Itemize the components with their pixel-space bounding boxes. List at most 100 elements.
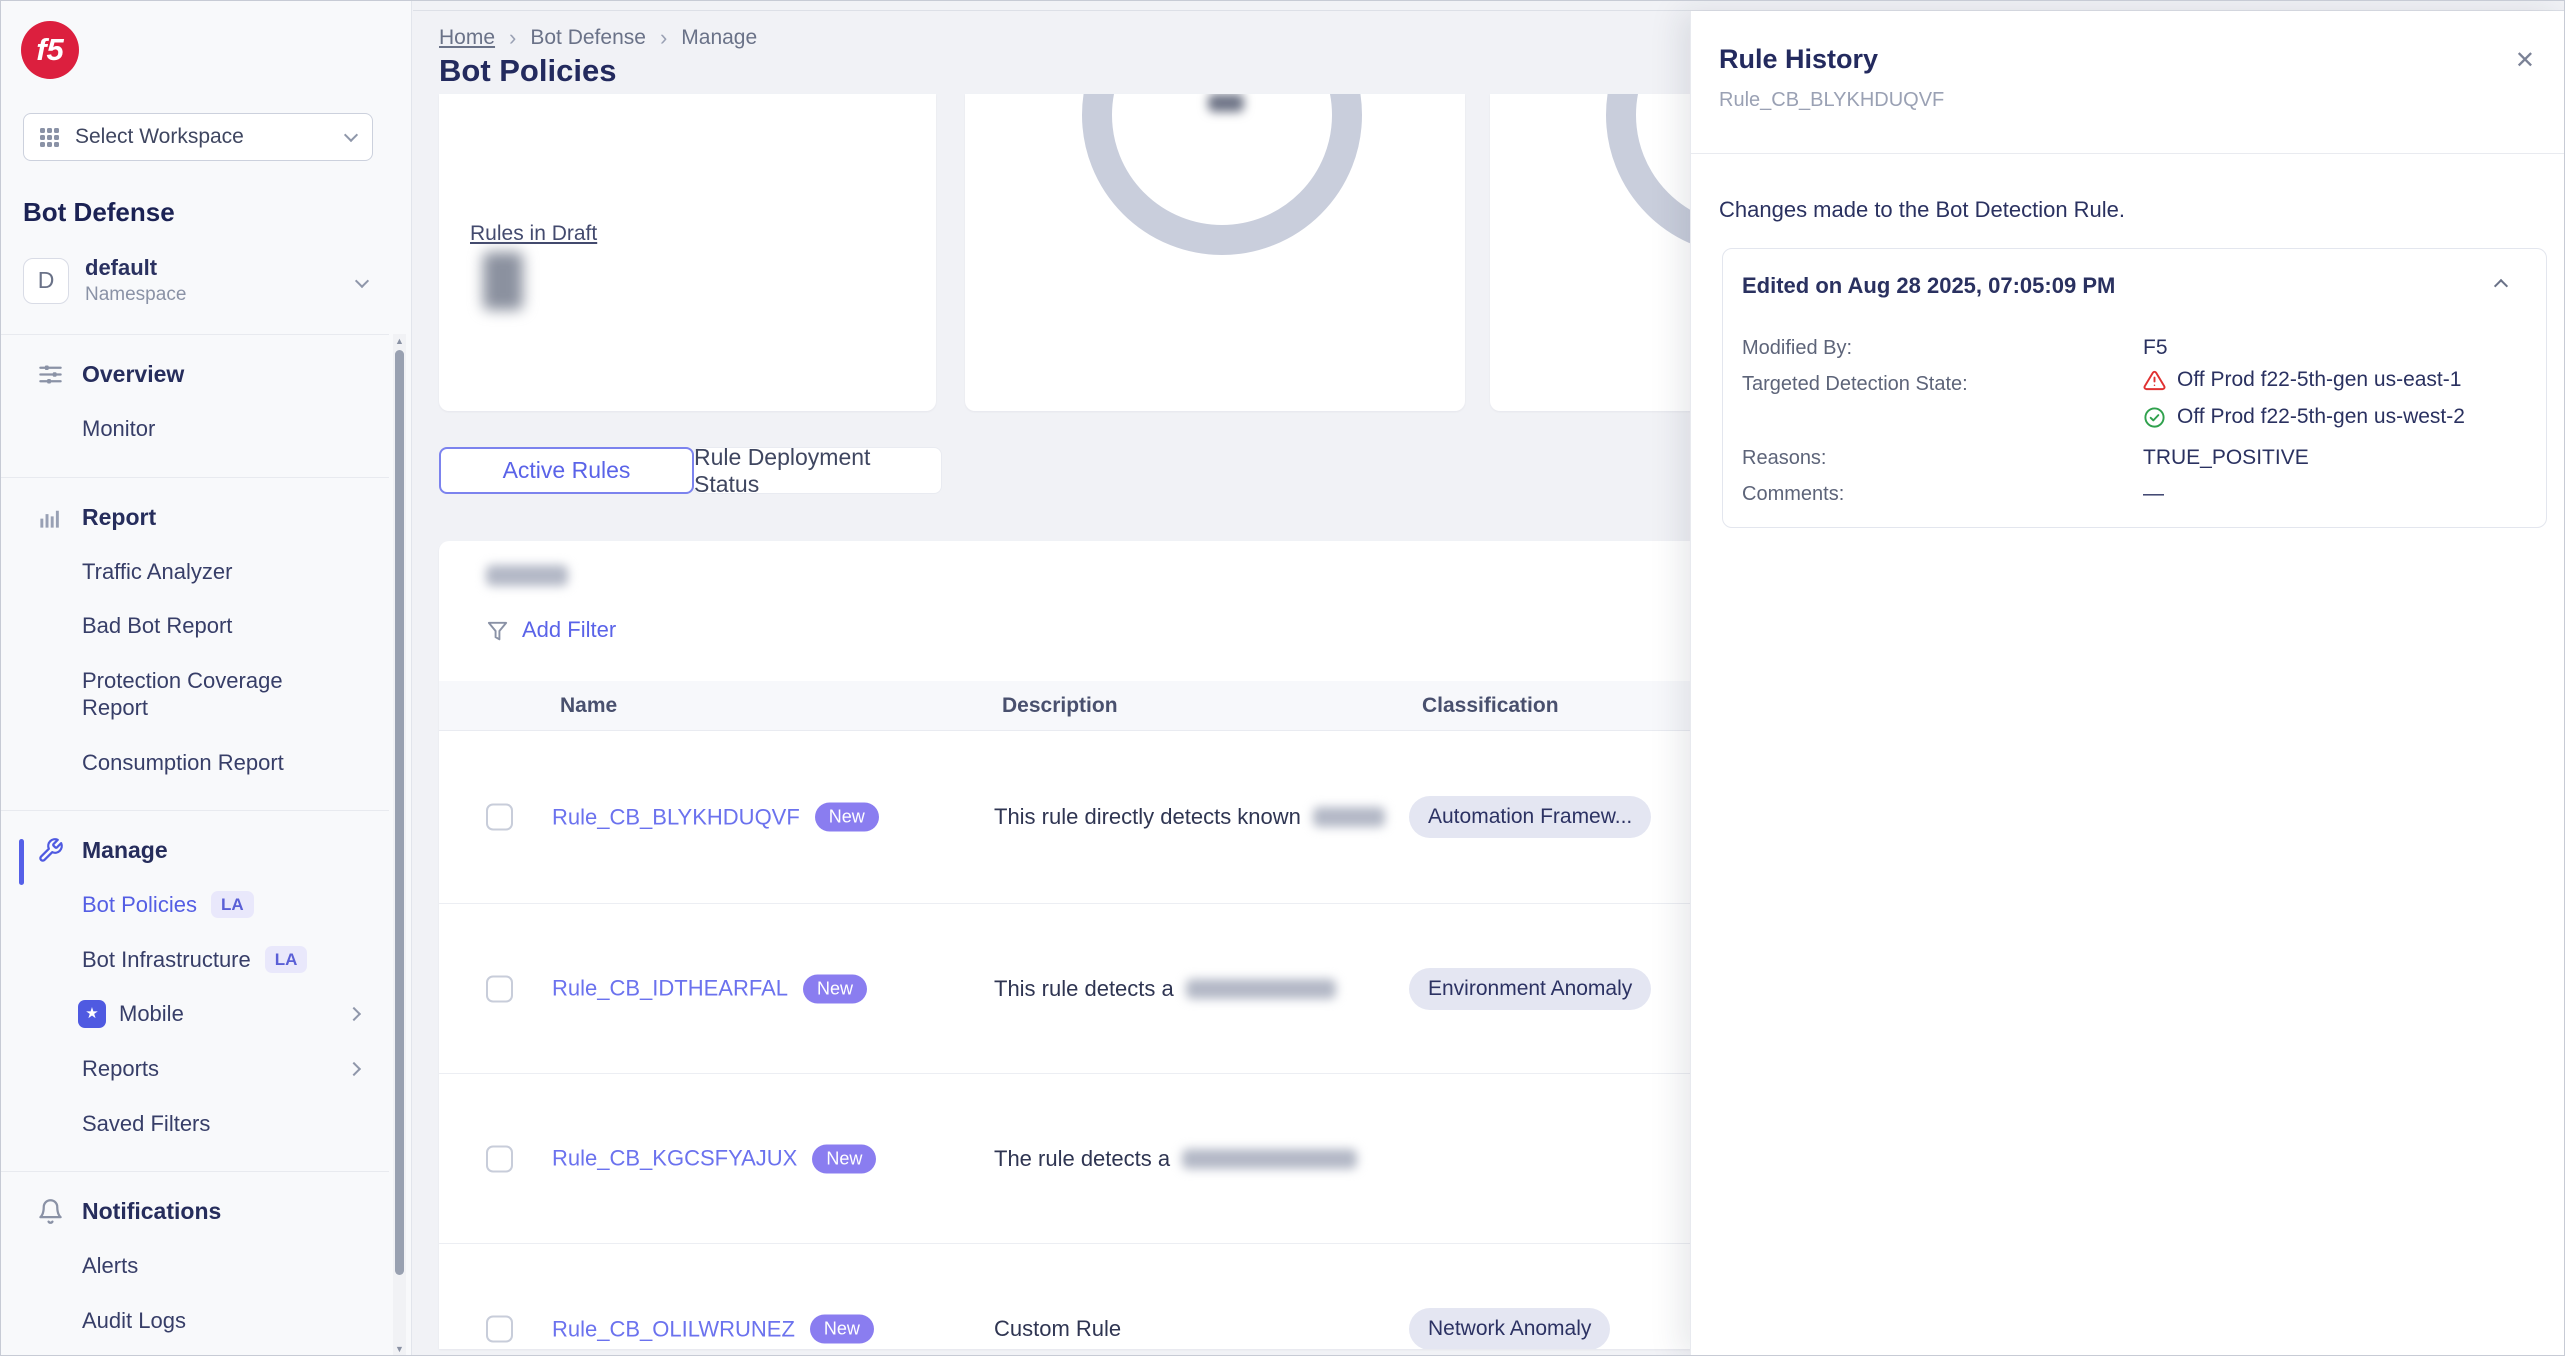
app-screen: f5 Select Workspace Bot Defense D defaul… (0, 0, 2565, 1356)
add-filter-button[interactable]: Add Filter (486, 617, 616, 643)
panel-description: Changes made to the Bot Detection Rule. (1719, 197, 2125, 223)
chevron-down-icon (344, 128, 358, 142)
table-row: Rule_CB_BLYKHDUQVF New This rule directl… (439, 731, 1701, 903)
sidebar-item-bot-infrastructure[interactable]: Bot Infrastructure LA (82, 946, 359, 974)
sidebar-item-label: Bot Infrastructure (82, 946, 251, 974)
sidebar-item-audit-logs[interactable]: Audit Logs (82, 1307, 359, 1335)
summary-card-rules-in-draft: Rules in Draft (439, 94, 936, 411)
redacted-value (483, 252, 523, 310)
rule-description: Custom Rule (994, 1316, 1399, 1342)
workspace-selector[interactable]: Select Workspace (23, 113, 373, 161)
tab-active-rules[interactable]: Active Rules (439, 447, 694, 494)
warning-icon (2143, 369, 2166, 392)
sliders-icon (37, 361, 64, 388)
detection-state: Off Prod f22-5th-gen us-west-2 (2143, 405, 2465, 429)
active-section-indicator (19, 839, 24, 885)
namespace-name: default (85, 255, 186, 281)
namespace-selector[interactable]: D default Namespace (23, 255, 383, 306)
sidebar-item-label: Mobile (119, 1000, 184, 1028)
rule-history-panel: Rule History ✕ Rule_CB_BLYKHDUQVF Change… (1690, 11, 2565, 1356)
sidebar-item-traffic-analyzer[interactable]: Traffic Analyzer (82, 558, 359, 586)
detection-state: Off Prod f22-5th-gen us-east-1 (2143, 368, 2461, 392)
sidebar-item-manage[interactable]: Manage (37, 837, 369, 864)
field-label: Targeted Detection State: (1742, 373, 1968, 396)
rule-name-link[interactable]: Rule_CB_IDTHEARFAL (552, 976, 788, 1002)
sidebar-item-overview[interactable]: Overview (37, 361, 369, 388)
new-badge: New (812, 1144, 876, 1173)
sidebar-item-monitor[interactable]: Monitor (82, 415, 359, 443)
field-label: Reasons: (1742, 447, 1827, 470)
sidebar-item-label: Traffic Analyzer (82, 558, 232, 586)
sidebar-item-label: Bot Policies (82, 891, 197, 919)
rule-name-link[interactable]: Rule_CB_BLYKHDUQVF (552, 804, 800, 830)
close-icon[interactable]: ✕ (2515, 49, 2535, 73)
field-value: — (2143, 482, 2164, 506)
row-checkbox[interactable] (486, 804, 513, 831)
sidebar-item-label: Alerts (82, 1252, 138, 1280)
bell-icon (37, 1198, 64, 1225)
sidebar-item-bot-policies[interactable]: Bot Policies LA (82, 891, 359, 919)
redacted-text (1313, 807, 1385, 827)
product-title: Bot Defense (23, 197, 175, 228)
redacted-text (1182, 1149, 1357, 1169)
chevron-up-icon[interactable] (2494, 279, 2508, 293)
row-checkbox[interactable] (486, 1145, 513, 1172)
field-value: F5 (2143, 336, 2168, 360)
table-row: Rule_CB_KGCSFYAJUX New The rule detects … (439, 1074, 1701, 1243)
classification-chip: Automation Framew... (1409, 796, 1651, 838)
new-badge: New (815, 803, 879, 832)
classification-chip: Environment Anomaly (1409, 968, 1651, 1010)
breadcrumb-home-link[interactable]: Home (439, 26, 495, 50)
sidebar-item-bad-bot-report[interactable]: Bad Bot Report (82, 612, 359, 640)
nav-section-overview: Overview Monitor (1, 334, 389, 477)
row-checkbox[interactable] (486, 975, 513, 1002)
classification-chip: Network Anomaly (1409, 1308, 1610, 1349)
scroll-down-icon[interactable]: ▼ (393, 1344, 406, 1354)
sidebar-item-saved-filters[interactable]: Saved Filters (82, 1110, 359, 1138)
nav-section-report: Report Traffic Analyzer Bad Bot Report P… (1, 477, 389, 811)
sidebar-item-label: Reports (82, 1055, 159, 1083)
sidebar-item-reports[interactable]: Reports (82, 1055, 359, 1083)
sidebar-item-label: Consumption Report (82, 749, 284, 777)
sidebar-item-protection-coverage-report[interactable]: Protection Coverage Report (82, 667, 359, 722)
tab-bar: Active Rules Rule Deployment Status (439, 447, 942, 494)
new-badge: New (810, 1315, 874, 1344)
sidebar-item-mobile[interactable]: ★ Mobile (78, 1000, 359, 1028)
namespace-type-label: Namespace (85, 284, 186, 306)
rule-name-link[interactable]: Rule_CB_KGCSFYAJUX (552, 1146, 797, 1172)
sidebar-scrollbar[interactable]: ▲ ▼ (393, 334, 406, 1355)
scroll-up-icon[interactable]: ▲ (393, 336, 406, 346)
row-checkbox[interactable] (486, 1316, 513, 1343)
la-badge: LA (265, 946, 308, 973)
redacted-items-count (486, 565, 568, 586)
sidebar-item-label: Saved Filters (82, 1110, 210, 1138)
column-header-name: Name (560, 694, 617, 718)
sidebar-item-report[interactable]: Report (37, 504, 369, 531)
rules-in-draft-link[interactable]: Rules in Draft (470, 222, 597, 246)
scrollbar-thumb[interactable] (395, 350, 404, 1275)
history-entry-header[interactable]: Edited on Aug 28 2025, 07:05:09 PM (1742, 273, 2115, 299)
sidebar-item-label: Audit Logs (82, 1307, 186, 1335)
table-row: Rule_CB_OLILWRUNEZ New Custom Rule Netwo… (439, 1244, 1701, 1349)
breadcrumb-separator: › (660, 25, 667, 51)
nav-section-notifications: Notifications Alerts Audit Logs (1, 1171, 389, 1355)
sidebar-item-label: Report (82, 504, 156, 531)
chevron-down-icon (355, 273, 369, 287)
breadcrumb-bot-defense-link[interactable]: Bot Defense (530, 26, 646, 50)
chevron-right-icon (347, 1007, 361, 1021)
sidebar-item-consumption-report[interactable]: Consumption Report (82, 749, 359, 777)
sidebar-item-alerts[interactable]: Alerts (82, 1252, 359, 1280)
sidebar: f5 Select Workspace Bot Defense D defaul… (1, 1, 412, 1355)
tab-rule-deployment-status[interactable]: Rule Deployment Status (693, 447, 942, 494)
breadcrumb-separator: › (509, 25, 516, 51)
sidebar-item-notifications[interactable]: Notifications (37, 1198, 369, 1225)
f5-logo-icon: f5 (21, 21, 79, 79)
rule-name-link[interactable]: Rule_CB_OLILWRUNEZ (552, 1316, 795, 1342)
detection-state-text: Off Prod f22-5th-gen us-east-1 (2177, 368, 2461, 392)
redacted-value (1208, 94, 1244, 112)
check-circle-icon (2143, 406, 2166, 429)
rule-description: The rule detects a (994, 1146, 1399, 1172)
new-badge: New (803, 974, 867, 1003)
column-header-description: Description (1002, 694, 1118, 718)
sidebar-item-label: Bad Bot Report (82, 612, 232, 640)
